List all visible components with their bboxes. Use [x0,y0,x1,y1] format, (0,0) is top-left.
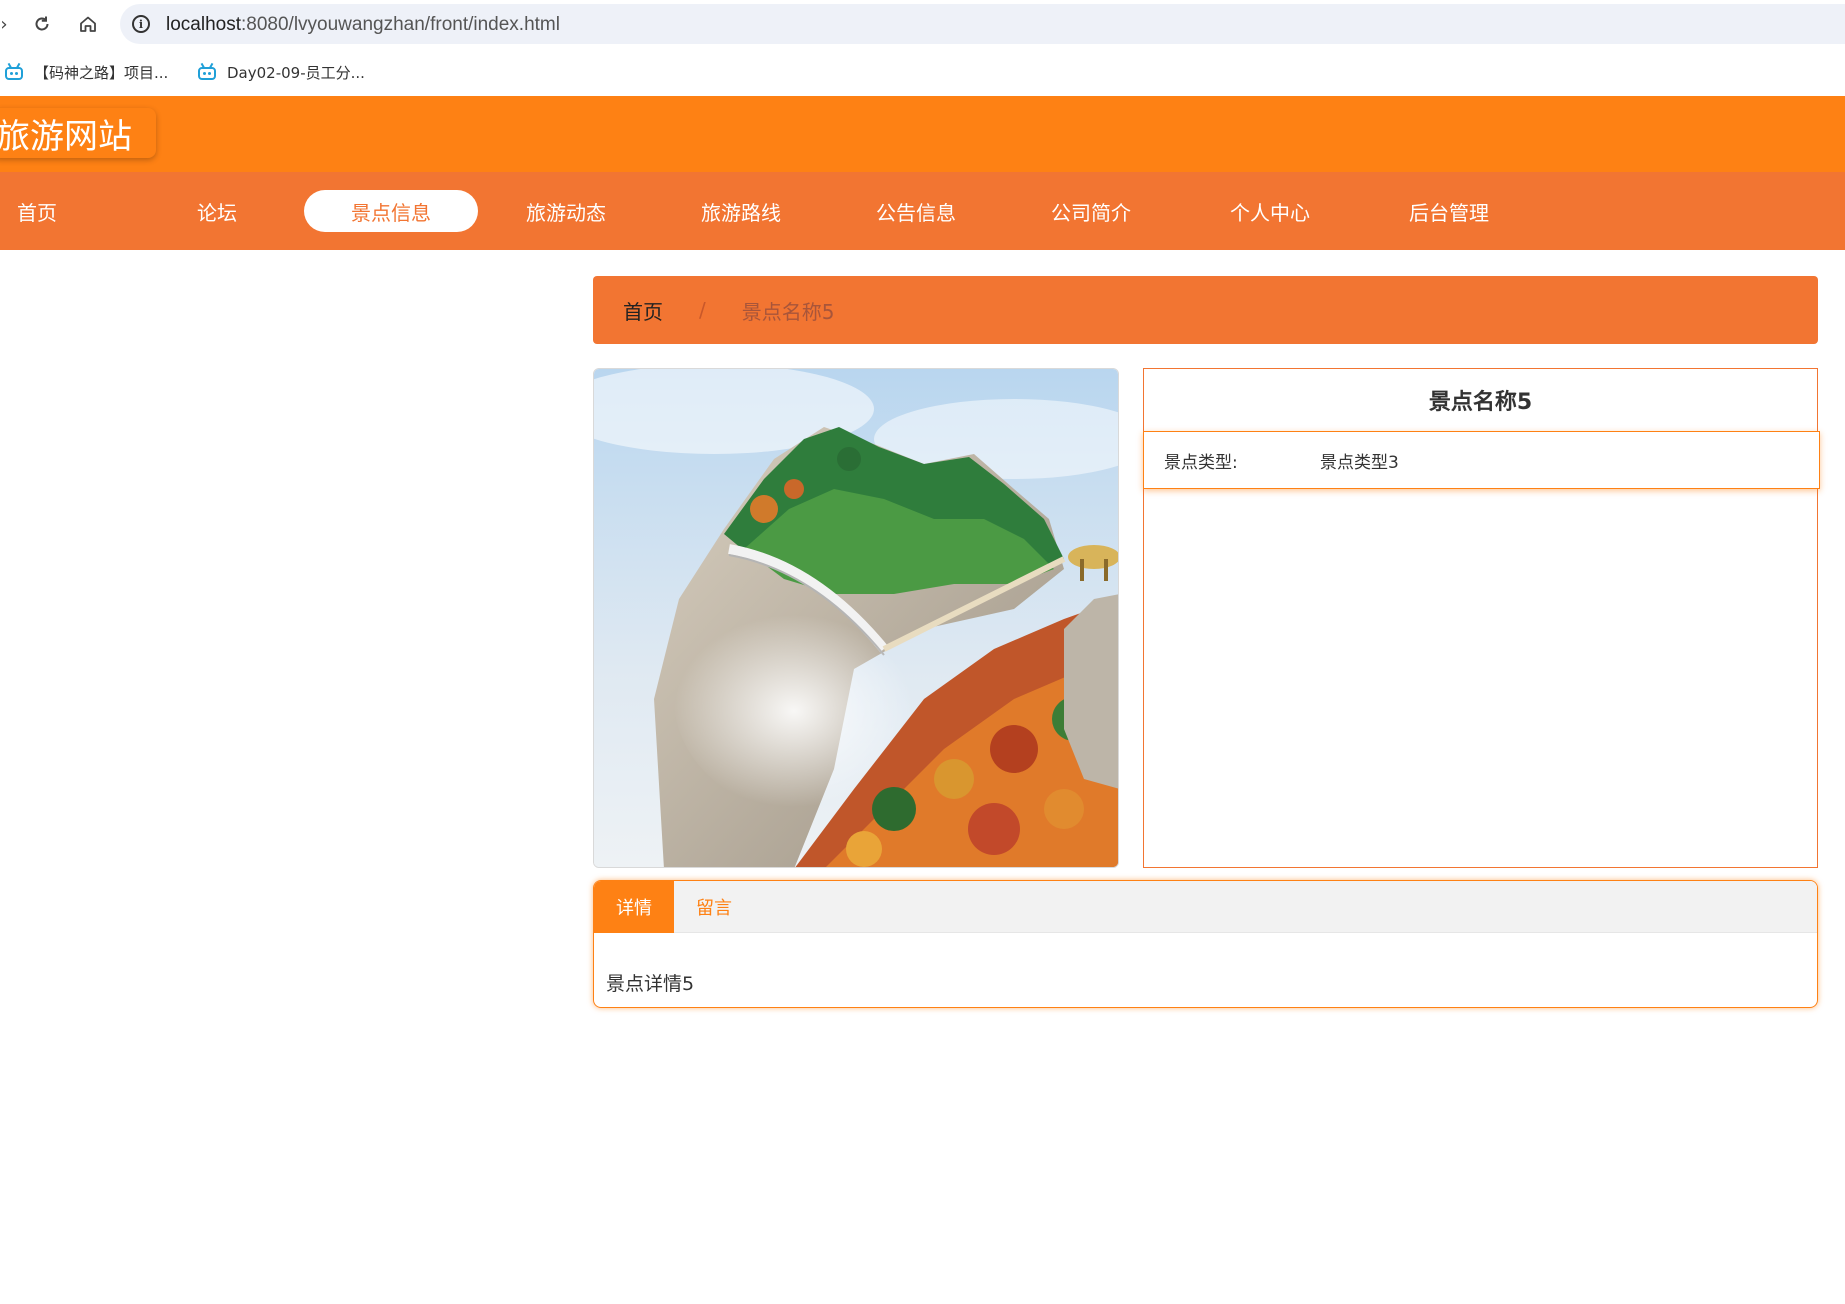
nav-item-home[interactable]: 首页 [0,190,124,232]
attraction-title: 景点名称5 [1428,390,1533,415]
breadcrumb-current: 景点名称5 [741,299,835,324]
attraction-type-value: 景点类型3 [1320,452,1399,473]
tab-details[interactable]: 详情 [594,881,674,933]
site-info-icon[interactable]: i [132,15,150,33]
tab-comments[interactable]: 留言 [674,881,754,933]
attraction-type-label: 景点类型: [1164,452,1238,473]
tab-header: 详情 留言 [594,881,1817,933]
bilibili-icon [4,62,24,81]
bookmark-item[interactable]: Day02-09-员工分... [197,60,365,84]
tab-content: 景点详情5 [606,973,695,995]
nav-item-profile[interactable]: 个人中心 [1183,190,1357,232]
detail-tabs: 详情 留言 景点详情5 [593,880,1818,1008]
bookmarks-bar: 【码神之路】项目... Day02-09-员工分... [0,52,1845,92]
main-nav: 首页 论坛 景点信息 旅游动态 旅游路线 公告信息 公司简介 个人中心 后台管理 [0,172,1845,250]
bilibili-icon [197,62,217,81]
nav-item-attractions[interactable]: 景点信息 [304,190,478,232]
url-text[interactable]: localhost:8080/lvyouwangzhan/front/index… [166,14,560,36]
bookmark-label: 【码神之路】项目... [34,63,169,82]
nav-item-notices[interactable]: 公告信息 [829,190,1003,232]
attraction-info-panel: 景点名称5 景点类型: 景点类型3 [1143,368,1820,868]
attraction-photo [593,368,1119,868]
nav-item-routes[interactable]: 旅游路线 [654,190,828,232]
attraction-type-row: 景点类型: 景点类型3 [1143,431,1820,489]
forward-icon[interactable]: › [0,12,16,36]
address-bar[interactable]: i localhost:8080/lvyouwangzhan/front/ind… [120,4,1845,44]
breadcrumb-separator: / [699,298,706,322]
browser-toolbar: › i localhost:8080/lvyouwangzhan/front/i… [0,0,1845,48]
nav-item-news[interactable]: 旅游动态 [479,190,653,232]
nav-item-forum[interactable]: 论坛 [130,190,304,232]
breadcrumb: 首页 / 景点名称5 [593,276,1818,344]
home-icon[interactable] [76,12,100,36]
site-logo[interactable]: 旅游网站 [0,108,156,158]
breadcrumb-home[interactable]: 首页 [623,296,663,325]
nav-item-admin[interactable]: 后台管理 [1362,190,1536,232]
bookmark-label: Day02-09-员工分... [227,63,365,82]
bookmark-item[interactable]: 【码神之路】项目... [4,60,168,84]
reload-icon[interactable] [30,12,54,36]
nav-item-company[interactable]: 公司简介 [1004,190,1178,232]
site-header: 旅游网站 [0,96,1845,172]
